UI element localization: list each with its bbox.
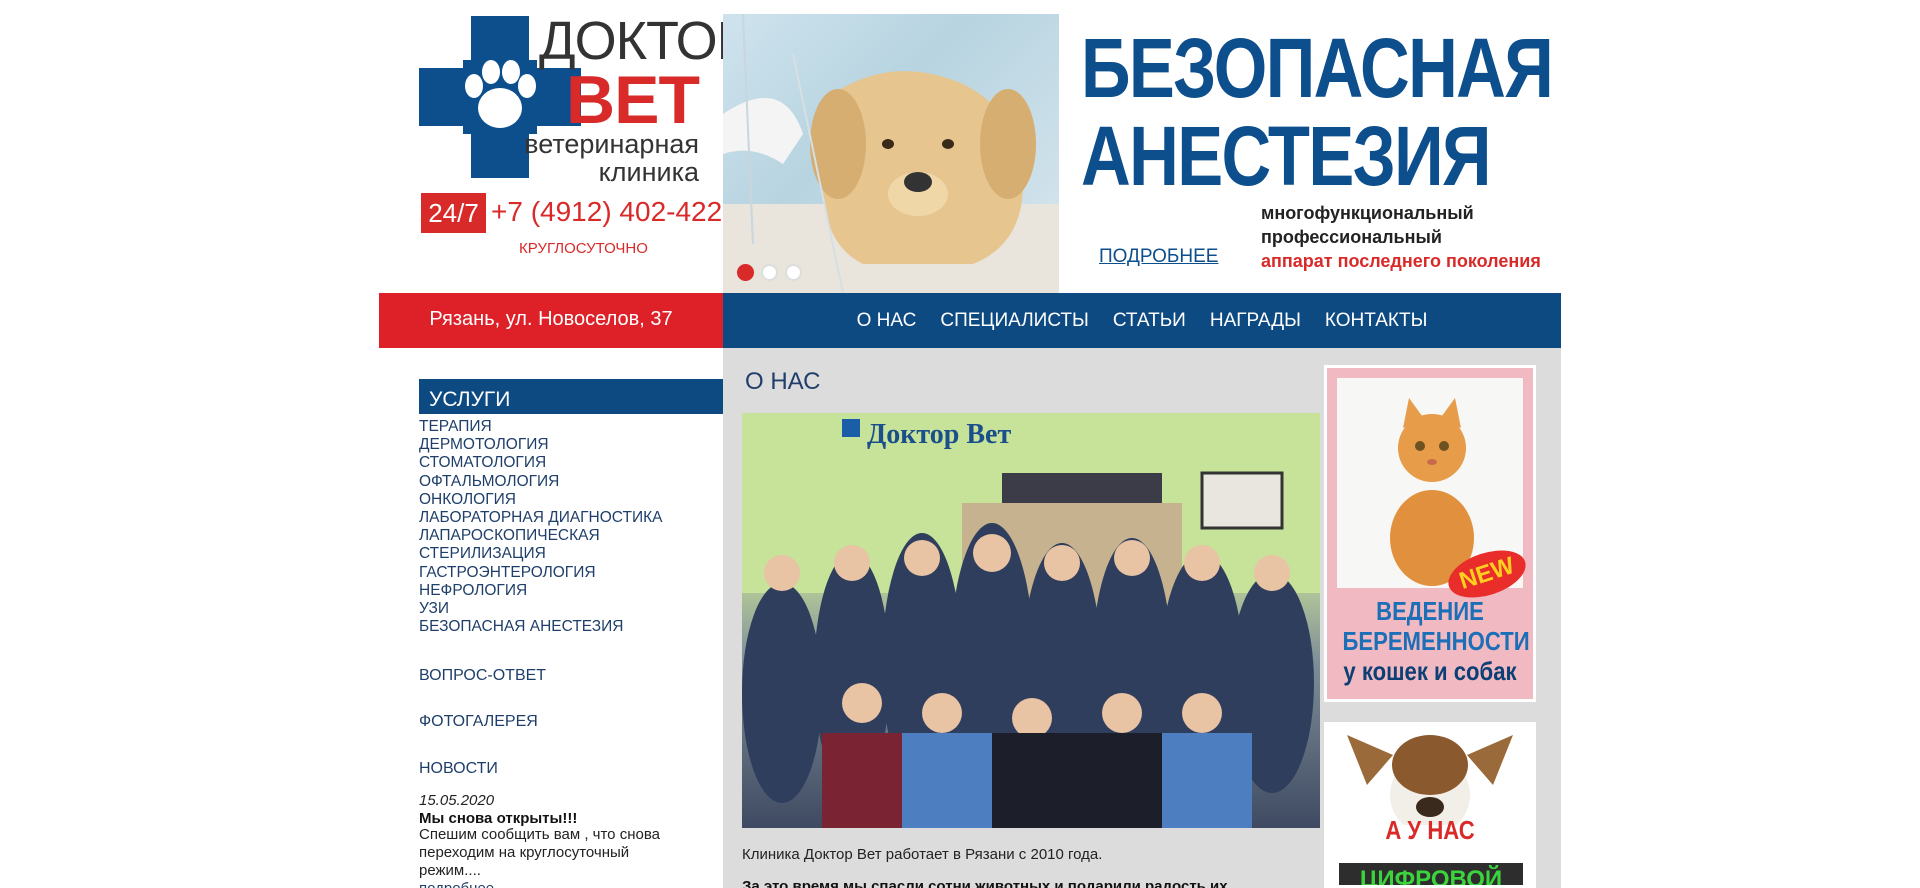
- banner-subtitle: многофункциональный профессиональный апп…: [1261, 201, 1541, 273]
- team-illustration: Доктор Вет: [742, 413, 1320, 828]
- banner-sub-1: многофункциональный: [1261, 203, 1474, 223]
- service-item[interactable]: БЕЗОПАСНАЯ АНЕСТЕЗИЯ: [419, 618, 662, 636]
- ad-digital-bar: ЦИФРОВОЙ: [1339, 863, 1523, 885]
- news-title: Мы снова открыты!!!: [419, 810, 578, 827]
- clinic-logo[interactable]: ДОКТОР ВЕТ ветеринарная клиника: [419, 11, 753, 187]
- dog-illustration: [723, 14, 1059, 293]
- logo-word-doctor: ДОКТОР: [539, 11, 753, 71]
- banner-sub-3: аппарат последнего поколения: [1261, 251, 1541, 271]
- services-heading: УСЛУГИ: [419, 379, 723, 414]
- nav-articles[interactable]: СТАТЬИ: [1113, 310, 1186, 332]
- nav-about[interactable]: О НАС: [857, 310, 917, 332]
- ad-pregnancy-line3: у кошек и собак: [1343, 656, 1517, 686]
- nav-contacts[interactable]: КОНТАКТЫ: [1325, 310, 1428, 332]
- logo-tagline-line2: клиника: [598, 157, 699, 188]
- service-item[interactable]: ГАСТРОЭНТЕРОЛОГИЯ: [419, 564, 662, 582]
- banner-dog-photo: [723, 14, 1059, 293]
- clinic-wall-sign: Доктор Вет: [867, 419, 1011, 450]
- phone-number[interactable]: +7 (4912) 402-422: [491, 196, 722, 228]
- news-heading-link[interactable]: НОВОСТИ: [419, 760, 498, 778]
- faq-link[interactable]: ВОПРОС-ОТВЕТ: [419, 667, 546, 685]
- news-more-link[interactable]: подробнее: [419, 880, 494, 888]
- page-title: О НАС: [745, 368, 821, 395]
- logo-tagline: ветеринарная клиника: [519, 130, 699, 187]
- service-item[interactable]: СТЕРИЛИЗАЦИЯ: [419, 545, 662, 563]
- ad-pregnancy-text: ВЕДЕНИЕ БЕРЕМЕННОСТИ у кошек и собак: [1342, 596, 1530, 686]
- promo-slider[interactable]: БЕЗОПАСНАЯ АНЕСТЕЗИЯ многофункциональный…: [723, 14, 1561, 293]
- banner-headline: БЕЗОПАСНАЯ АНЕСТЕЗИЯ: [1081, 21, 1554, 203]
- service-item[interactable]: ТЕРАПИЯ: [419, 418, 662, 436]
- intro-text: Клиника Доктор Вет работает в Рязани с 2…: [742, 846, 1103, 863]
- hours-label: КРУГЛОСУТОЧНО: [519, 240, 648, 257]
- page: ДОКТОР ВЕТ ветеринарная клиника 24/7 +7 …: [0, 0, 1920, 888]
- slider-dot-2[interactable]: [761, 264, 778, 281]
- intro-text-bold: За это время мы спасли сотни животных и …: [742, 878, 1228, 888]
- service-item[interactable]: НЕФРОЛОГИЯ: [419, 582, 662, 600]
- address-bar: Рязань, ул. Новоселов, 37: [379, 293, 723, 348]
- service-item[interactable]: ЛАПАРОСКОПИЧЕСКАЯ: [419, 527, 662, 545]
- logo-tagline-line1: ветеринарная: [524, 129, 699, 159]
- ad-pregnancy-line1: ВЕДЕНИЕ: [1376, 596, 1484, 626]
- ad-digital-text: А У НАС: [1385, 815, 1475, 845]
- banner-sub-2: профессиональный: [1261, 227, 1442, 247]
- news-text: Спешим сообщить вам , что снова переходи…: [419, 826, 660, 879]
- slider-dot-3[interactable]: [785, 264, 802, 281]
- slider-dot-1[interactable]: [737, 264, 754, 281]
- hours-badge: 24/7: [421, 193, 486, 233]
- nav-awards[interactable]: НАГРАДЫ: [1210, 310, 1301, 332]
- main-nav: О НАС СПЕЦИАЛИСТЫ СТАТЬИ НАГРАДЫ КОНТАКТ…: [723, 293, 1561, 348]
- service-item[interactable]: СТОМАТОЛОГИЯ: [419, 454, 662, 472]
- dog-face-icon: [1347, 735, 1513, 835]
- service-item[interactable]: ОФТАЛЬМОЛОГИЯ: [419, 473, 662, 491]
- ad-digital-banner[interactable]: А У НАС ЦИФРОВОЙ: [1324, 722, 1536, 888]
- banner-more-link[interactable]: ПОДРОБНЕЕ: [1099, 246, 1218, 268]
- ad-pregnancy-banner[interactable]: NEW ВЕДЕНИЕ БЕРЕМЕННОСТИ у кошек и собак: [1324, 365, 1536, 702]
- service-item[interactable]: ЛАБОРАТОРНАЯ ДИАГНОСТИКА: [419, 509, 662, 527]
- service-item[interactable]: ОНКОЛОГИЯ: [419, 491, 662, 509]
- banner-headline-line1: БЕЗОПАСНАЯ: [1081, 21, 1554, 115]
- service-item[interactable]: ДЕРМОТОЛОГИЯ: [419, 436, 662, 454]
- nav-specialists[interactable]: СПЕЦИАЛИСТЫ: [940, 310, 1089, 332]
- gallery-link[interactable]: ФОТОГАЛЕРЕЯ: [419, 713, 538, 731]
- banner-headline-line2: АНЕСТЕЗИЯ: [1081, 109, 1492, 203]
- services-list: ТЕРАПИЯ ДЕРМОТОЛОГИЯ СТОМАТОЛОГИЯ ОФТАЛЬ…: [419, 418, 662, 636]
- ad-pregnancy-line2: БЕРЕМЕННОСТИ: [1342, 626, 1530, 656]
- slider-dots: [737, 264, 802, 281]
- news-date: 15.05.2020: [419, 792, 495, 809]
- service-item[interactable]: УЗИ: [419, 600, 662, 618]
- team-photo: Доктор Вет: [742, 413, 1320, 828]
- logo-word-vet: ВЕТ: [566, 62, 700, 138]
